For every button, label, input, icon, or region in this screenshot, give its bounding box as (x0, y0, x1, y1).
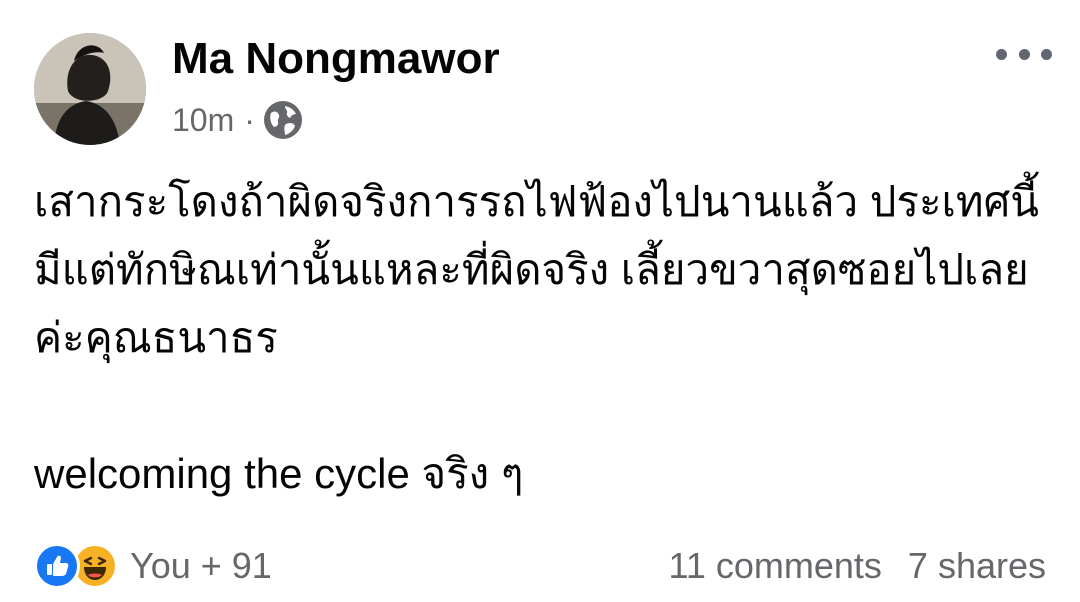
post-body: เสากระโดงถ้าผิดจริงการรถไฟฟ้องไปนานแล้ว … (34, 168, 1044, 508)
meta-separator: · (244, 101, 255, 138)
globe-icon[interactable] (263, 100, 303, 140)
post-timestamp[interactable]: 10m (172, 102, 234, 139)
like-icon (34, 543, 80, 589)
post-meta: 10m · (172, 98, 303, 142)
shares-count[interactable]: 7 shares (908, 545, 1046, 587)
author-name[interactable]: Ma Nongmawor (172, 33, 500, 85)
more-options-button[interactable] (996, 40, 1052, 68)
post-text-paragraph-2: welcoming the cycle จริง ๆ (34, 450, 524, 497)
comments-count[interactable]: 11 comments (669, 545, 882, 587)
post-text-paragraph-1: เสากระโดงถ้าผิดจริงการรถไฟฟ้องไปนานแล้ว … (34, 178, 1039, 361)
reactions-summary[interactable]: You + 91 (34, 540, 272, 592)
engagement-stats: 11 comments 7 shares (669, 540, 1047, 592)
avatar[interactable] (34, 33, 146, 145)
reaction-count: You + 91 (130, 545, 272, 586)
facebook-post: Ma Nongmawor 10m · เสากระโดงถ้าผิดจริงกา… (0, 0, 1080, 602)
more-horizontal-icon (996, 48, 1007, 60)
